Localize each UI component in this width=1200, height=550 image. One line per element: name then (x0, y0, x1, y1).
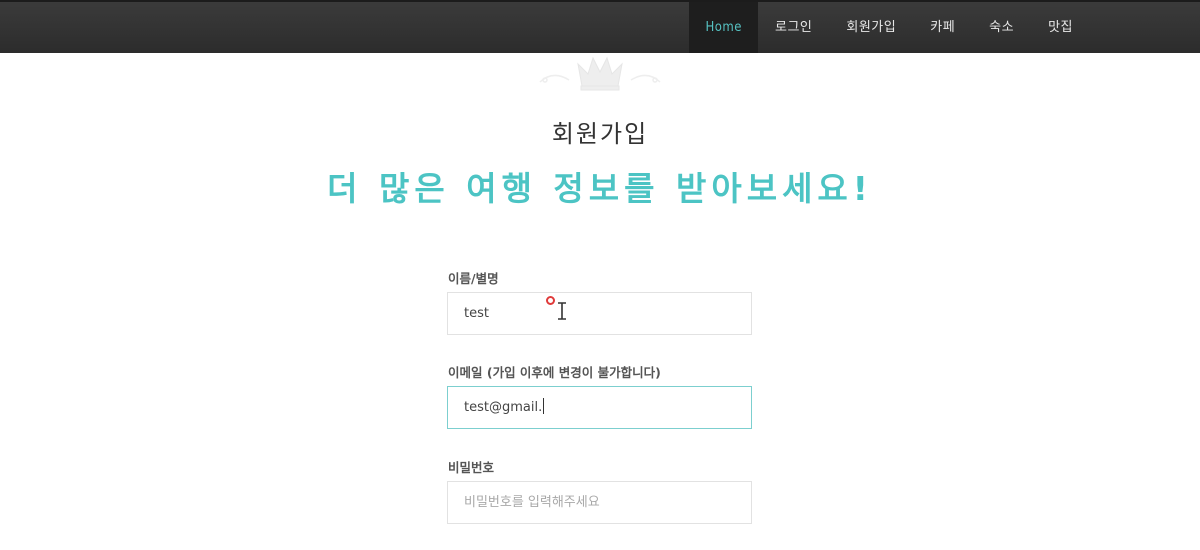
name-input[interactable]: test (447, 292, 752, 335)
text-caret (543, 398, 545, 414)
email-label: 이메일 (가입 이후에 변경이 불가합니다) (448, 365, 661, 380)
nav-item-signup[interactable]: 회원가입 (829, 2, 913, 53)
crown-icon (539, 56, 661, 91)
nav-item-restaurant[interactable]: 맛집 (1031, 2, 1090, 53)
password-input[interactable]: 비밀번호를 입력해주세요 (447, 481, 752, 524)
text-cursor-icon (558, 302, 566, 320)
password-label: 비밀번호 (448, 460, 495, 475)
name-label: 이름/별명 (448, 271, 499, 286)
email-value: test@gmail. (464, 400, 543, 415)
nav-item-lodging[interactable]: 숙소 (972, 2, 1031, 53)
signup-headline: 더 많은 여행 정보를 받아보세요! (327, 169, 873, 208)
nav-item-home[interactable]: Home (689, 2, 758, 53)
click-indicator (546, 296, 555, 305)
nav-item-login[interactable]: 로그인 (758, 2, 829, 53)
email-input[interactable]: test@gmail. (447, 386, 752, 429)
nav-menu: Home 로그인 회원가입 카페 숙소 맛집 (689, 2, 1090, 53)
top-navbar: Home 로그인 회원가입 카페 숙소 맛집 (0, 0, 1200, 53)
nav-item-cafe[interactable]: 카페 (913, 2, 972, 53)
page-title: 회원가입 (551, 120, 649, 148)
